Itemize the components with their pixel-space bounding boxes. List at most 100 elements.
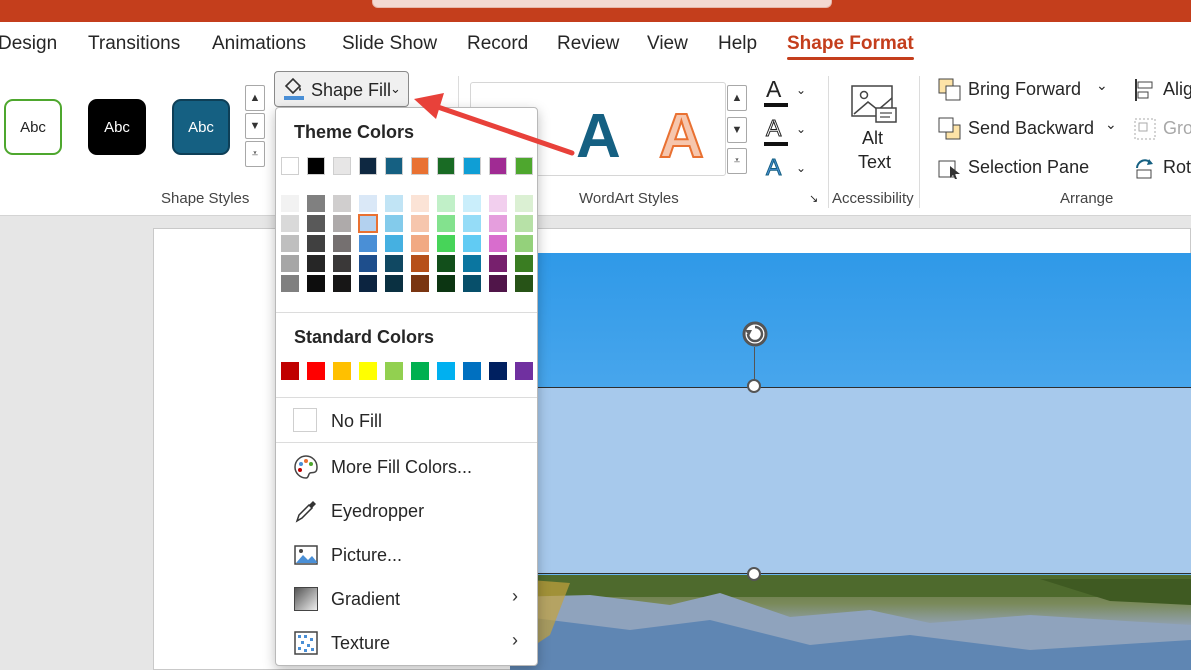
theme-tint-swatch[interactable] [437, 215, 455, 232]
theme-tint-swatch[interactable] [281, 275, 299, 292]
tab-record[interactable]: Record [467, 33, 528, 55]
wordart-more[interactable]: ⩡ [727, 148, 747, 174]
theme-tint-swatch[interactable] [281, 215, 299, 232]
theme-tint-swatch[interactable] [463, 235, 481, 252]
theme-tint-swatch[interactable] [307, 255, 325, 272]
theme-tint-swatch[interactable] [489, 195, 507, 212]
theme-tint-swatch[interactable] [437, 235, 455, 252]
resize-handle-top[interactable] [747, 379, 761, 393]
theme-tint-swatch[interactable] [385, 275, 403, 292]
theme-tint-swatch[interactable] [463, 255, 481, 272]
dialog-launcher-icon[interactable]: ↘ [809, 192, 818, 205]
theme-tint-swatch[interactable] [385, 255, 403, 272]
tab-design[interactable]: Design [0, 33, 57, 55]
shape-style-blue[interactable]: Abc [172, 99, 230, 155]
theme-tint-swatch[interactable] [515, 235, 533, 252]
theme-tint-swatch[interactable] [437, 255, 455, 272]
theme-tint-swatch[interactable] [333, 255, 351, 272]
theme-tint-swatch[interactable] [385, 195, 403, 212]
theme-tint-swatch[interactable] [281, 255, 299, 272]
picture-item[interactable]: Picture... [331, 545, 402, 566]
no-fill-item[interactable]: No Fill [331, 411, 382, 432]
theme-tint-swatch[interactable] [333, 235, 351, 252]
tab-help[interactable]: Help [718, 33, 757, 55]
theme-tint-swatch[interactable] [411, 235, 429, 252]
group-button[interactable]: Gro [1163, 118, 1191, 139]
chevron-down-icon[interactable]: ⌄ [1096, 77, 1108, 94]
theme-tint-swatch[interactable] [281, 195, 299, 212]
shape-styles-scroll-down[interactable]: ▼ [245, 113, 265, 139]
theme-tint-swatch[interactable] [281, 235, 299, 252]
tab-review[interactable]: Review [557, 33, 619, 55]
theme-tint-swatch[interactable] [515, 275, 533, 292]
theme-tint-swatch[interactable] [437, 275, 455, 292]
texture-item[interactable]: Texture [331, 633, 390, 654]
theme-color-swatch[interactable] [333, 157, 351, 175]
tab-view[interactable]: View [647, 33, 688, 55]
standard-color-swatch[interactable] [281, 362, 299, 380]
standard-color-swatch[interactable] [515, 362, 533, 380]
theme-color-swatch[interactable] [359, 157, 377, 175]
theme-color-swatch[interactable] [307, 157, 325, 175]
theme-tint-swatch[interactable] [515, 215, 533, 232]
chevron-down-icon[interactable]: ⌄ [1105, 116, 1117, 133]
search-box[interactable] [372, 0, 832, 8]
more-fill-colors-item[interactable]: More Fill Colors... [331, 457, 472, 478]
shape-style-outline-green[interactable]: Abc [4, 99, 62, 155]
selected-rectangle-shape[interactable] [510, 387, 1191, 574]
standard-color-swatch[interactable] [333, 362, 351, 380]
theme-tint-swatch[interactable] [463, 275, 481, 292]
shape-fill-button[interactable]: Shape Fill ⌄ [274, 71, 409, 107]
text-outline-button[interactable]: A ⌄ [760, 115, 810, 147]
theme-tint-swatch[interactable] [307, 195, 325, 212]
theme-tint-swatch[interactable] [359, 255, 377, 272]
theme-tint-swatch[interactable] [411, 255, 429, 272]
theme-tint-swatch[interactable] [333, 275, 351, 292]
gradient-item[interactable]: Gradient [331, 589, 400, 610]
rotate-button[interactable]: Rot [1163, 157, 1191, 178]
theme-tint-swatch[interactable] [411, 215, 429, 232]
theme-tint-swatch[interactable] [359, 275, 377, 292]
theme-tint-swatch[interactable] [489, 275, 507, 292]
theme-tint-swatch[interactable] [515, 195, 533, 212]
theme-tint-swatch[interactable] [307, 215, 325, 232]
theme-tint-swatch[interactable] [359, 235, 377, 252]
tab-transitions[interactable]: Transitions [88, 33, 180, 55]
theme-tint-swatch[interactable] [385, 215, 403, 232]
selection-pane-button[interactable]: Selection Pane [968, 157, 1089, 178]
shape-style-black[interactable]: Abc [88, 99, 146, 155]
text-fill-button[interactable]: A ⌄ [760, 76, 810, 108]
theme-tint-swatch[interactable] [489, 235, 507, 252]
theme-tint-swatch[interactable] [307, 275, 325, 292]
wordart-scroll-up[interactable]: ▲ [727, 85, 747, 111]
wordart-scroll-down[interactable]: ▼ [727, 117, 747, 143]
theme-tint-swatch[interactable] [385, 235, 403, 252]
theme-tint-swatch[interactable] [515, 255, 533, 272]
theme-tint-swatch[interactable] [358, 214, 378, 233]
theme-tint-swatch[interactable] [307, 235, 325, 252]
bring-forward-button[interactable]: Bring Forward [968, 79, 1081, 100]
wordart-style-orange[interactable]: A [658, 101, 705, 172]
theme-tint-swatch[interactable] [463, 195, 481, 212]
standard-color-swatch[interactable] [307, 362, 325, 380]
standard-color-swatch[interactable] [359, 362, 377, 380]
text-effects-button[interactable]: A ⌄ [760, 154, 810, 186]
standard-color-swatch[interactable] [411, 362, 429, 380]
theme-tint-swatch[interactable] [489, 215, 507, 232]
shape-styles-scroll-up[interactable]: ▲ [245, 85, 265, 111]
shape-styles-more[interactable]: ⩡ [245, 141, 265, 167]
tab-shape-format[interactable]: Shape Format [787, 33, 914, 60]
standard-color-swatch[interactable] [437, 362, 455, 380]
slide-photo[interactable] [510, 253, 1191, 670]
theme-tint-swatch[interactable] [411, 195, 429, 212]
theme-tint-swatch[interactable] [463, 215, 481, 232]
theme-tint-swatch[interactable] [333, 195, 351, 212]
standard-color-swatch[interactable] [489, 362, 507, 380]
align-button[interactable]: Alig [1163, 79, 1191, 100]
resize-handle-bottom[interactable] [747, 567, 761, 581]
rotate-handle-icon[interactable] [740, 319, 770, 353]
theme-color-swatch[interactable] [281, 157, 299, 175]
alt-text-button[interactable]: Alt Text [842, 78, 908, 178]
tab-animations[interactable]: Animations [212, 33, 306, 55]
theme-tint-swatch[interactable] [359, 195, 377, 212]
